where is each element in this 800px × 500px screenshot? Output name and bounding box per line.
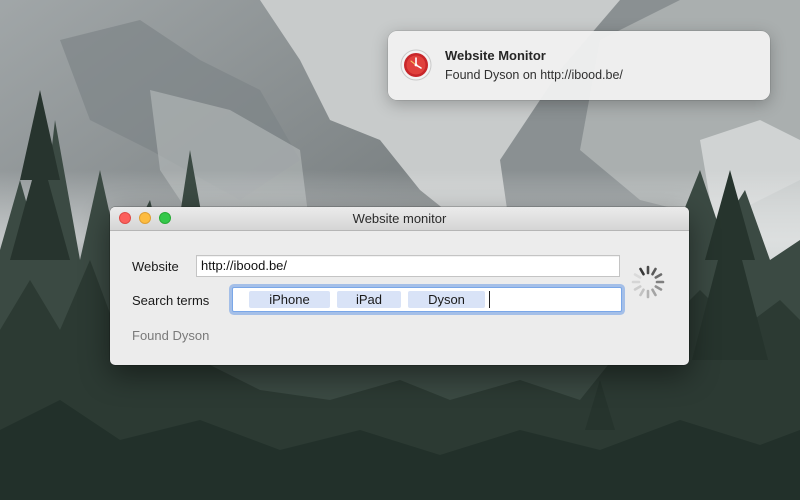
search-terms-label: Search terms [132,293,210,308]
search-term-token[interactable]: iPhone [249,291,330,308]
text-caret [489,291,490,308]
notification-title: Website Monitor [445,48,546,63]
notification-body: Found Dyson on http://ibood.be/ [445,68,623,82]
search-terms-token-field[interactable]: iPhone iPad Dyson [232,287,622,312]
search-term-token[interactable]: Dyson [408,291,485,308]
website-url-field[interactable]: http://ibood.be/ [196,255,620,277]
website-label: Website [132,259,179,274]
status-text: Found Dyson [132,328,210,343]
website-monitor-window: Website monitor Website http://ibood.be/… [110,207,689,365]
window-title: Website monitor [352,211,447,226]
spinner-icon [630,264,666,300]
search-term-token[interactable]: iPad [337,291,401,308]
title-bar[interactable]: Website monitor [110,207,689,231]
notification-banner[interactable]: Website Monitor Found Dyson on http://ib… [388,31,770,100]
clock-alarm-icon [400,49,432,81]
